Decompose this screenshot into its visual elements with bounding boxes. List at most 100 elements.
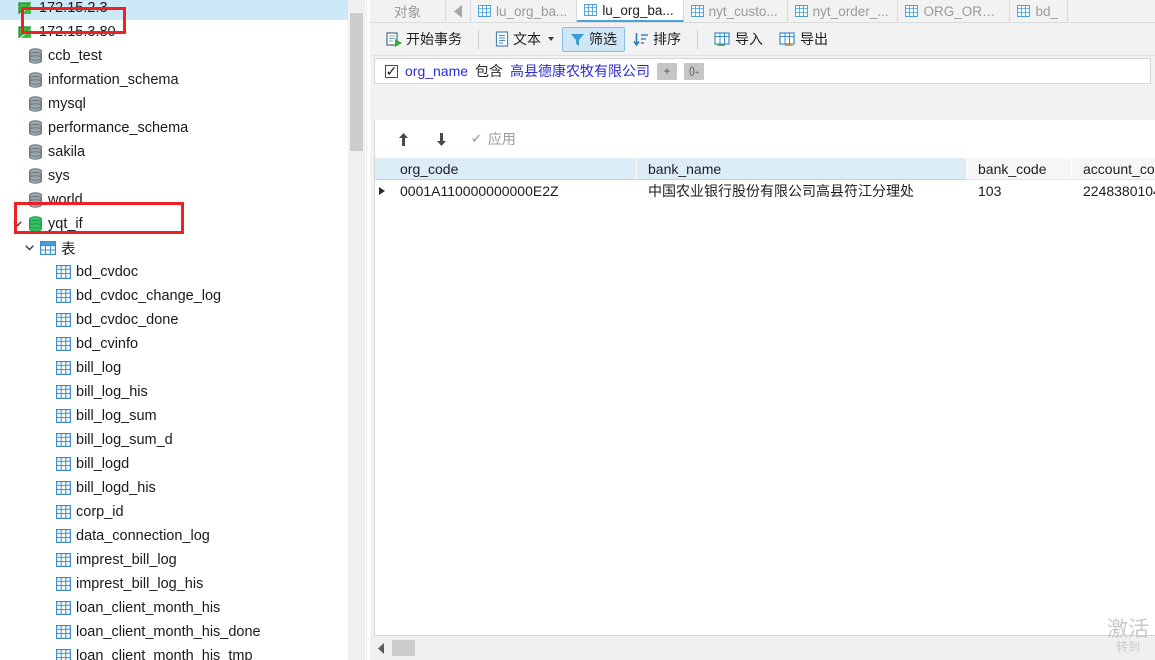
arrow-down-icon[interactable] — [433, 129, 449, 149]
table-icon — [56, 313, 71, 327]
export-label: 导出 — [800, 31, 828, 47]
filter-value[interactable]: 高县德康农牧有限公司 — [510, 61, 650, 81]
tab-4[interactable]: ORG_ORG... — [898, 0, 1011, 22]
filter-operator[interactable]: 包含 — [475, 61, 503, 81]
database-icon — [28, 72, 43, 88]
filter-enabled-checkbox[interactable]: ✓ — [385, 63, 398, 79]
column-header-account_code[interactable]: account_code — [1072, 158, 1155, 180]
database-icon — [28, 216, 43, 232]
tree-item-bill_log_his[interactable]: bill_log_his — [0, 380, 348, 404]
tree-item-bd_cvdoc_change_log[interactable]: bd_cvdoc_change_log — [0, 284, 348, 308]
grid-body[interactable]: 0001A110000000000E2Z 中国农业银行股份有限公司高县符江分理处 1… — [375, 180, 1155, 202]
database-icon — [28, 120, 43, 136]
tab-0[interactable]: lu_org_ba... — [471, 0, 578, 22]
filter-button[interactable]: 筛选 — [562, 26, 625, 52]
tab-label: nyt_order_... — [812, 3, 889, 19]
tree-item-label: bd_cvinfo — [76, 336, 139, 352]
tree-item-bd_cvinfo[interactable]: bd_cvinfo — [0, 332, 348, 356]
begin-transaction-button[interactable]: 开始事务 — [378, 27, 470, 52]
tree-item-imprest_bill_log[interactable]: imprest_bill_log — [0, 548, 348, 572]
cell-bank_name[interactable]: 中国农业银行股份有限公司高县符江分理处 — [637, 180, 967, 202]
add-condition-button[interactable]: + — [657, 62, 678, 80]
tab-1[interactable]: lu_org_ba... — [577, 0, 684, 22]
tree-item-[interactable]: 表 — [0, 236, 348, 260]
tab-scroll-left-button[interactable] — [445, 0, 471, 22]
tree-item-label: sys — [48, 168, 70, 184]
table-icon — [794, 5, 808, 17]
tab-5[interactable]: bd_ — [1010, 0, 1068, 22]
tree-item-bill_logd[interactable]: bill_logd — [0, 452, 348, 476]
cell-org_code[interactable]: 0001A110000000000E2Z — [389, 180, 637, 202]
tree-item-label: world — [48, 192, 83, 208]
cell-bank_code[interactable]: 103 — [967, 180, 1072, 202]
tab-list[interactable]: lu_org_ba... lu_org_ba... nyt_custo... nyt_… — [471, 0, 1068, 22]
tree-item-information_schema[interactable]: information_schema — [0, 68, 348, 92]
export-button[interactable]: 导出 — [771, 27, 836, 52]
sidebar-scrollbar-thumb[interactable] — [350, 13, 363, 151]
tree-item-imprest_bill_log_his[interactable]: imprest_bill_log_his — [0, 572, 348, 596]
filter-condition-row[interactable]: ✓ org_name 包含 高县德康农牧有限公司 + ()₊ — [374, 58, 1151, 84]
tree-item-ccb_test[interactable]: ccb_test — [0, 44, 348, 68]
table-row[interactable]: 0001A110000000000E2Z 中国农业银行股份有限公司高县符江分理处 1… — [375, 180, 1155, 202]
horizontal-scrollbar-thumb[interactable] — [392, 640, 415, 656]
table-icon — [56, 265, 71, 279]
database-tree[interactable]: 172.15.2.3 172.15.3.80 ccb_test information… — [0, 0, 348, 660]
sort-button[interactable]: 排序 — [625, 27, 689, 52]
import-icon — [714, 31, 731, 47]
tree-item-loan_client_month_his_tmp[interactable]: loan_client_month_his_tmp — [0, 644, 348, 660]
row-indicator — [375, 180, 389, 202]
column-header-org_code[interactable]: org_code — [389, 158, 637, 180]
column-header-bank_code[interactable]: bank_code — [967, 158, 1072, 180]
column-header-bank_name[interactable]: bank_name — [637, 158, 967, 180]
tree-item-mysql[interactable]: mysql — [0, 92, 348, 116]
filter-apply-row: ✔ 应用 — [375, 120, 1155, 158]
grid-header-row[interactable]: org_codebank_namebank_codeaccount_code — [375, 158, 1155, 180]
add-group-button[interactable]: ()₊ — [684, 62, 705, 80]
tree-item-label: bill_log_his — [76, 384, 148, 400]
cell-account_code[interactable]: 2248380104 — [1072, 180, 1155, 202]
text-view-button[interactable]: 文本 — [487, 27, 562, 52]
tree-item-yqt_if[interactable]: yqt_if — [0, 212, 348, 236]
arrow-up-icon[interactable] — [395, 129, 411, 149]
tree-item-bill_logd_his[interactable]: bill_logd_his — [0, 476, 348, 500]
scroll-left-button[interactable] — [370, 636, 392, 660]
tree-item-172.15.3.80[interactable]: 172.15.3.80 — [0, 20, 348, 44]
chevron-down-icon[interactable] — [548, 37, 554, 41]
tree-item-bd_cvdoc[interactable]: bd_cvdoc — [0, 260, 348, 284]
grid-horizontal-scrollbar[interactable] — [370, 636, 1155, 660]
filter-field-name[interactable]: org_name — [405, 63, 468, 79]
tree-item-label: loan_client_month_his — [76, 600, 221, 616]
apply-label: 应用 — [487, 131, 516, 147]
tab-3[interactable]: nyt_order_... — [787, 0, 899, 22]
tab-2[interactable]: nyt_custo... — [683, 0, 788, 22]
tree-item-data_connection_log[interactable]: data_connection_log — [0, 524, 348, 548]
tree-item-172.15.2.3[interactable]: 172.15.2.3 — [0, 0, 348, 20]
tab-label: nyt_custo... — [708, 3, 778, 19]
tree-item-performance_schema[interactable]: performance_schema — [0, 116, 348, 140]
tree-item-sakila[interactable]: sakila — [0, 140, 348, 164]
chevron-down-icon[interactable] — [22, 236, 36, 260]
tree-item-label: imprest_bill_log_his — [76, 576, 204, 592]
data-grid[interactable]: org_codebank_namebank_codeaccount_code 0… — [375, 158, 1155, 635]
import-button[interactable]: 导入 — [706, 27, 771, 52]
apply-filter-button[interactable]: ✔ 应用 — [471, 129, 516, 149]
tree-item-loan_client_month_his_done[interactable]: loan_client_month_his_done — [0, 620, 348, 644]
table-icon — [56, 433, 71, 447]
chevron-down-icon[interactable] — [10, 212, 24, 236]
tree-item-bd_cvdoc_done[interactable]: bd_cvdoc_done — [0, 308, 348, 332]
tree-item-world[interactable]: world — [0, 188, 348, 212]
tree-item-bill_log_sum[interactable]: bill_log_sum — [0, 404, 348, 428]
tree-item-bill_log_sum_d[interactable]: bill_log_sum_d — [0, 428, 348, 452]
tree-item-label: loan_client_month_his_done — [76, 624, 261, 640]
table-icon — [56, 385, 71, 399]
tab-label: lu_org_ba... — [602, 2, 674, 18]
tree-item-sys[interactable]: sys — [0, 164, 348, 188]
tree-item-loan_client_month_his[interactable]: loan_client_month_his — [0, 596, 348, 620]
tree-item-bill_log[interactable]: bill_log — [0, 356, 348, 380]
table-icon — [56, 529, 71, 543]
tree-item-corp_id[interactable]: corp_id — [0, 500, 348, 524]
